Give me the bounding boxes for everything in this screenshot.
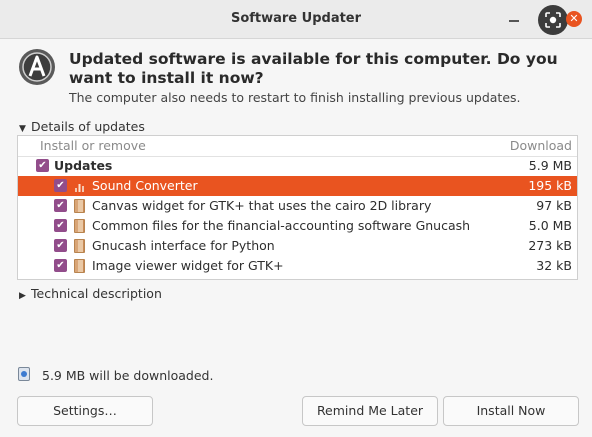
software-updater-icon	[19, 49, 55, 85]
collapsed-arrow-icon: ▶	[19, 291, 26, 301]
update-size: 5.0 MB	[528, 218, 572, 233]
sound-converter-icon	[75, 184, 84, 192]
update-name: Common files for the financial-accountin…	[92, 218, 471, 233]
group-row-updates[interactable]: ✔ Updates 5.9 MB	[18, 156, 577, 176]
update-size: 32 kB	[536, 258, 572, 273]
group-checkbox[interactable]: ✔	[36, 159, 49, 172]
install-now-button[interactable]: Install Now	[443, 396, 579, 426]
update-checkbox[interactable]: ✔	[54, 199, 67, 212]
column-install-header[interactable]: Install or remove	[40, 138, 146, 153]
update-checkbox[interactable]: ✔	[54, 219, 67, 232]
update-checkbox[interactable]: ✔	[54, 179, 67, 192]
update-row[interactable]: ✔ Gnucash interface for Python 273 kB	[18, 236, 577, 256]
package-icon	[74, 199, 85, 213]
lens-icon	[545, 12, 561, 28]
update-name: Gnucash interface for Python	[92, 238, 275, 253]
update-row[interactable]: ✔ Common files for the financial-account…	[18, 216, 577, 236]
updates-list[interactable]: Install or remove Download ✔ Updates 5.9…	[17, 135, 578, 280]
subtext: The computer also needs to restart to fi…	[69, 90, 521, 105]
headline: Updated software is available for this c…	[69, 50, 558, 87]
update-name: Sound Converter	[92, 178, 198, 193]
technical-description-expander[interactable]: ▶ Technical description	[19, 286, 162, 301]
update-row[interactable]: ✔ Canvas widget for GTK+ that uses the c…	[18, 196, 577, 216]
group-size: 5.9 MB	[528, 158, 572, 173]
package-icon	[74, 259, 85, 273]
update-row[interactable]: ✔ Image viewer widget for GTK+ 32 kB	[18, 256, 577, 276]
update-size: 273 kB	[528, 238, 572, 253]
window-title: Software Updater	[230, 11, 362, 26]
update-name: Image viewer widget for GTK+	[92, 258, 284, 273]
minimize-button[interactable]	[509, 13, 521, 25]
column-download-header[interactable]: Download	[510, 138, 572, 153]
download-size-text: 5.9 MB will be downloaded.	[42, 368, 214, 383]
download-size-icon	[18, 367, 30, 381]
update-size: 195 kB	[528, 178, 572, 193]
update-row[interactable]: ✔ Sound Converter 195 kB	[18, 176, 577, 196]
column-header: Install or remove Download	[18, 136, 577, 157]
update-name: Canvas widget for GTK+ that uses the cai…	[92, 198, 432, 213]
details-expander[interactable]: ▼ Details of updates	[19, 119, 145, 134]
update-checkbox[interactable]: ✔	[54, 239, 67, 252]
update-checkbox[interactable]: ✔	[54, 259, 67, 272]
expanded-arrow-icon: ▼	[19, 124, 26, 134]
settings-button[interactable]: Settings…	[17, 396, 153, 426]
title-bar: Software Updater ✕	[0, 0, 592, 39]
package-icon	[74, 239, 85, 253]
technical-description-label: Technical description	[31, 286, 162, 301]
close-icon: ✕	[569, 12, 579, 25]
lens-overlay-button[interactable]	[538, 5, 568, 35]
remind-me-later-button[interactable]: Remind Me Later	[302, 396, 438, 426]
details-expander-label: Details of updates	[31, 119, 145, 134]
group-name: Updates	[54, 158, 113, 173]
package-icon	[74, 219, 85, 233]
update-size: 97 kB	[536, 198, 572, 213]
close-button[interactable]: ✕	[566, 11, 582, 27]
